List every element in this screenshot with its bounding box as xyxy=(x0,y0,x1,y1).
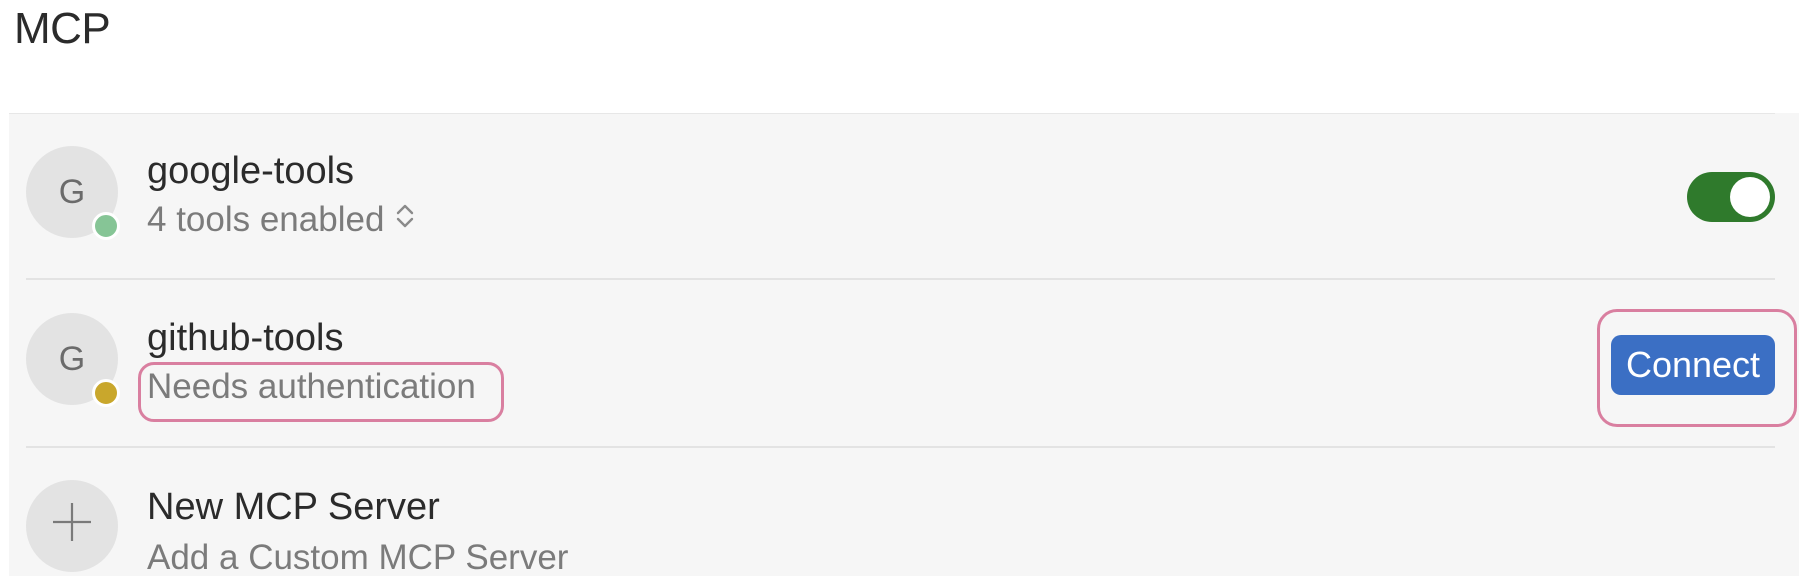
new-server-subtitle-text: Add a Custom MCP Server xyxy=(147,538,569,577)
server-row-github-tools[interactable]: G github-tools Needs authentication Conn… xyxy=(26,309,1797,427)
divider xyxy=(26,446,1775,448)
server-enabled-toggle[interactable] xyxy=(1687,172,1775,222)
needs-authentication-label: Needs authentication xyxy=(147,367,476,406)
divider xyxy=(9,113,1775,114)
new-server-title: New MCP Server xyxy=(147,486,440,528)
server-row-google-tools[interactable]: G google-tools 4 tools enabled xyxy=(26,146,1775,240)
connect-button[interactable]: Connect xyxy=(1611,335,1775,395)
new-mcp-server-row[interactable]: New MCP Server Add a Custom MCP Server xyxy=(26,480,1775,578)
server-name: github-tools xyxy=(147,317,344,359)
new-server-subtitle: Add a Custom MCP Server xyxy=(147,538,568,578)
status-needs-auth-icon xyxy=(92,379,120,407)
tools-enabled-label: 4 tools enabled xyxy=(147,200,385,239)
plus-icon xyxy=(50,500,94,553)
avatar-letter: G xyxy=(58,339,86,378)
server-name: google-tools xyxy=(147,150,355,192)
status-connected-icon xyxy=(92,212,120,240)
avatar-letter: G xyxy=(58,172,86,211)
add-server-avatar xyxy=(26,480,118,572)
toggle-knob xyxy=(1730,177,1770,217)
divider xyxy=(26,278,1775,280)
tools-enabled-selector[interactable]: 4 tools enabled xyxy=(147,200,416,240)
page-title: MCP xyxy=(14,4,111,53)
server-status-text: Needs authentication xyxy=(147,367,476,407)
chevron-up-down-icon xyxy=(394,200,416,240)
